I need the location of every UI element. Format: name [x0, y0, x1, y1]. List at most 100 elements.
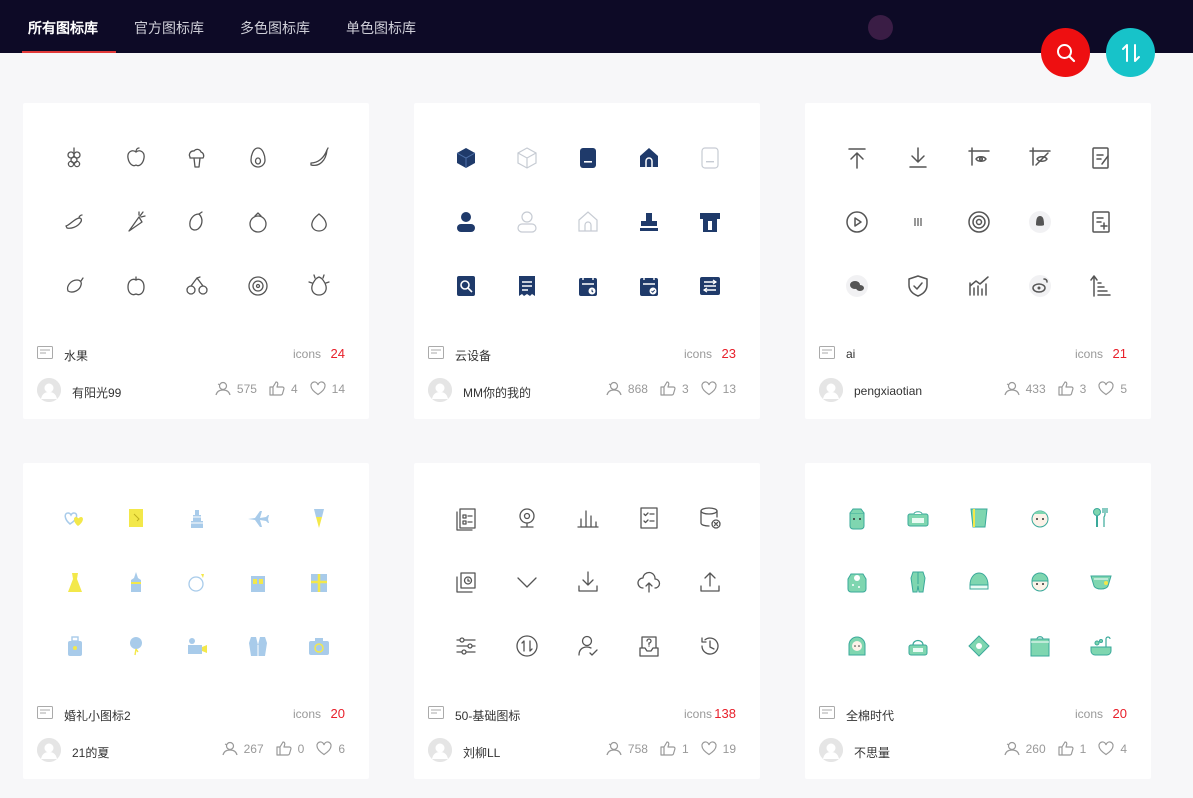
library-name[interactable]: 水果 [64, 347, 88, 364]
heart-icon[interactable] [1098, 741, 1114, 756]
broccoli-icon[interactable] [184, 145, 210, 171]
photo-camera-icon[interactable] [306, 633, 332, 659]
dress-icon[interactable] [62, 569, 88, 595]
crop-eye-icon[interactable] [966, 145, 992, 171]
dragonfruit-icon[interactable] [306, 273, 332, 299]
gate-icon[interactable] [697, 209, 723, 235]
suitcase-icon[interactable] [62, 633, 88, 659]
receipt-icon[interactable] [514, 273, 540, 299]
user-outline-icon[interactable] [514, 209, 540, 235]
history-copy-icon[interactable] [453, 569, 479, 595]
icon-library-card[interactable]: ai icons 21 pengxiaotian 433 3 5 [805, 103, 1151, 419]
avocado-icon[interactable] [245, 145, 271, 171]
cherry-icon[interactable] [184, 273, 210, 299]
tab-multicolor-libraries[interactable]: 多色图标库 [222, 0, 328, 53]
heart-icon[interactable] [701, 381, 717, 396]
wechat-icon[interactable] [844, 273, 870, 299]
search-doc-icon[interactable] [453, 273, 479, 299]
download-icon[interactable] [905, 145, 931, 171]
home-outline-icon[interactable] [575, 209, 601, 235]
download-icon[interactable] [575, 569, 601, 595]
swap-icon[interactable] [514, 633, 540, 659]
qq-icon[interactable] [1027, 209, 1053, 235]
user-check-icon[interactable] [575, 633, 601, 659]
upload-icon[interactable] [697, 569, 723, 595]
calendar-check-icon[interactable] [636, 273, 662, 299]
trend-chart-icon[interactable] [966, 273, 992, 299]
pomegranate-icon[interactable] [245, 209, 271, 235]
author-name[interactable]: 有阳光99 [72, 384, 121, 401]
tab-all-libraries[interactable]: 所有图标库 [0, 0, 116, 53]
history-icon[interactable] [697, 633, 723, 659]
girl-icon[interactable] [844, 633, 870, 659]
plane-icon[interactable] [245, 505, 271, 531]
utensils-icon[interactable] [1088, 505, 1114, 531]
diaper-icon[interactable] [1088, 569, 1114, 595]
sort-asc-icon[interactable] [1088, 273, 1114, 299]
author-name[interactable]: 刘柳LL [463, 744, 500, 761]
user-avatar-dot[interactable] [868, 15, 893, 40]
tab-official-libraries[interactable]: 官方图标库 [116, 0, 222, 53]
sort-button[interactable] [1106, 28, 1155, 77]
like-icon[interactable] [660, 741, 676, 756]
database-x-icon[interactable] [697, 505, 723, 531]
user-icon[interactable] [453, 209, 479, 235]
avatar[interactable] [819, 378, 843, 402]
question-inbox-icon[interactable] [636, 633, 662, 659]
bib-icon[interactable] [844, 569, 870, 595]
author-name[interactable]: MM你的我的 [463, 384, 531, 401]
avatar[interactable] [428, 378, 452, 402]
kid-face-icon[interactable] [1027, 569, 1053, 595]
calendar-clock-icon[interactable] [575, 273, 601, 299]
orange-icon[interactable] [123, 273, 149, 299]
icon-library-card[interactable]: 50-基础图标 icons 138 刘柳LL 758 1 19 [414, 463, 760, 779]
avatar[interactable] [37, 378, 61, 402]
cube-outline-icon[interactable] [514, 145, 540, 171]
crop-hide-icon[interactable] [1027, 145, 1053, 171]
cube-icon[interactable] [453, 145, 479, 171]
gift-icon[interactable] [306, 569, 332, 595]
doc-add-icon[interactable] [1088, 209, 1114, 235]
heart-icon[interactable] [701, 741, 717, 756]
heart-icon[interactable] [1098, 381, 1114, 396]
baby-face-icon[interactable] [844, 505, 870, 531]
card-icon[interactable] [123, 505, 149, 531]
avatar[interactable] [819, 738, 843, 762]
avatar[interactable] [428, 738, 452, 762]
notes-icon[interactable] [1088, 145, 1114, 171]
sliders-icon[interactable] [453, 633, 479, 659]
camera-video-icon[interactable] [184, 633, 210, 659]
library-name[interactable]: 云设备 [455, 347, 491, 364]
carrot-icon[interactable] [123, 209, 149, 235]
avatar[interactable] [37, 738, 61, 762]
lemon-icon[interactable] [62, 273, 88, 299]
pillow-icon[interactable] [966, 633, 992, 659]
author-name[interactable]: 21的夏 [72, 744, 109, 761]
like-icon[interactable] [269, 381, 285, 396]
icon-library-card[interactable]: 云设备 icons 23 MM你的我的 868 3 13 [414, 103, 760, 419]
library-name[interactable]: 全棉时代 [846, 707, 894, 724]
weibo-icon[interactable] [1027, 273, 1053, 299]
balloon-icon[interactable] [123, 633, 149, 659]
romper-icon[interactable] [905, 569, 931, 595]
library-name[interactable]: ai [846, 347, 855, 361]
ring-icon[interactable] [184, 569, 210, 595]
library-name[interactable]: 婚礼小图标2 [64, 707, 131, 724]
bars-icon[interactable] [905, 209, 931, 235]
like-icon[interactable] [276, 741, 292, 756]
bouquet-icon[interactable] [306, 505, 332, 531]
list-check-icon[interactable] [636, 505, 662, 531]
play-icon[interactable] [844, 209, 870, 235]
mango-icon[interactable] [184, 209, 210, 235]
tab-monochrome-libraries[interactable]: 单色图标库 [328, 0, 434, 53]
library-name[interactable]: 50-基础图标 [455, 707, 520, 724]
webcam-icon[interactable] [514, 505, 540, 531]
bag-icon[interactable] [905, 633, 931, 659]
search-button[interactable] [1041, 28, 1090, 77]
suit-icon[interactable] [245, 633, 271, 659]
bath-icon[interactable] [1088, 633, 1114, 659]
banana-icon[interactable] [306, 145, 332, 171]
peach-icon[interactable] [306, 209, 332, 235]
upload-top-icon[interactable] [844, 145, 870, 171]
heart-icon[interactable] [316, 741, 332, 756]
